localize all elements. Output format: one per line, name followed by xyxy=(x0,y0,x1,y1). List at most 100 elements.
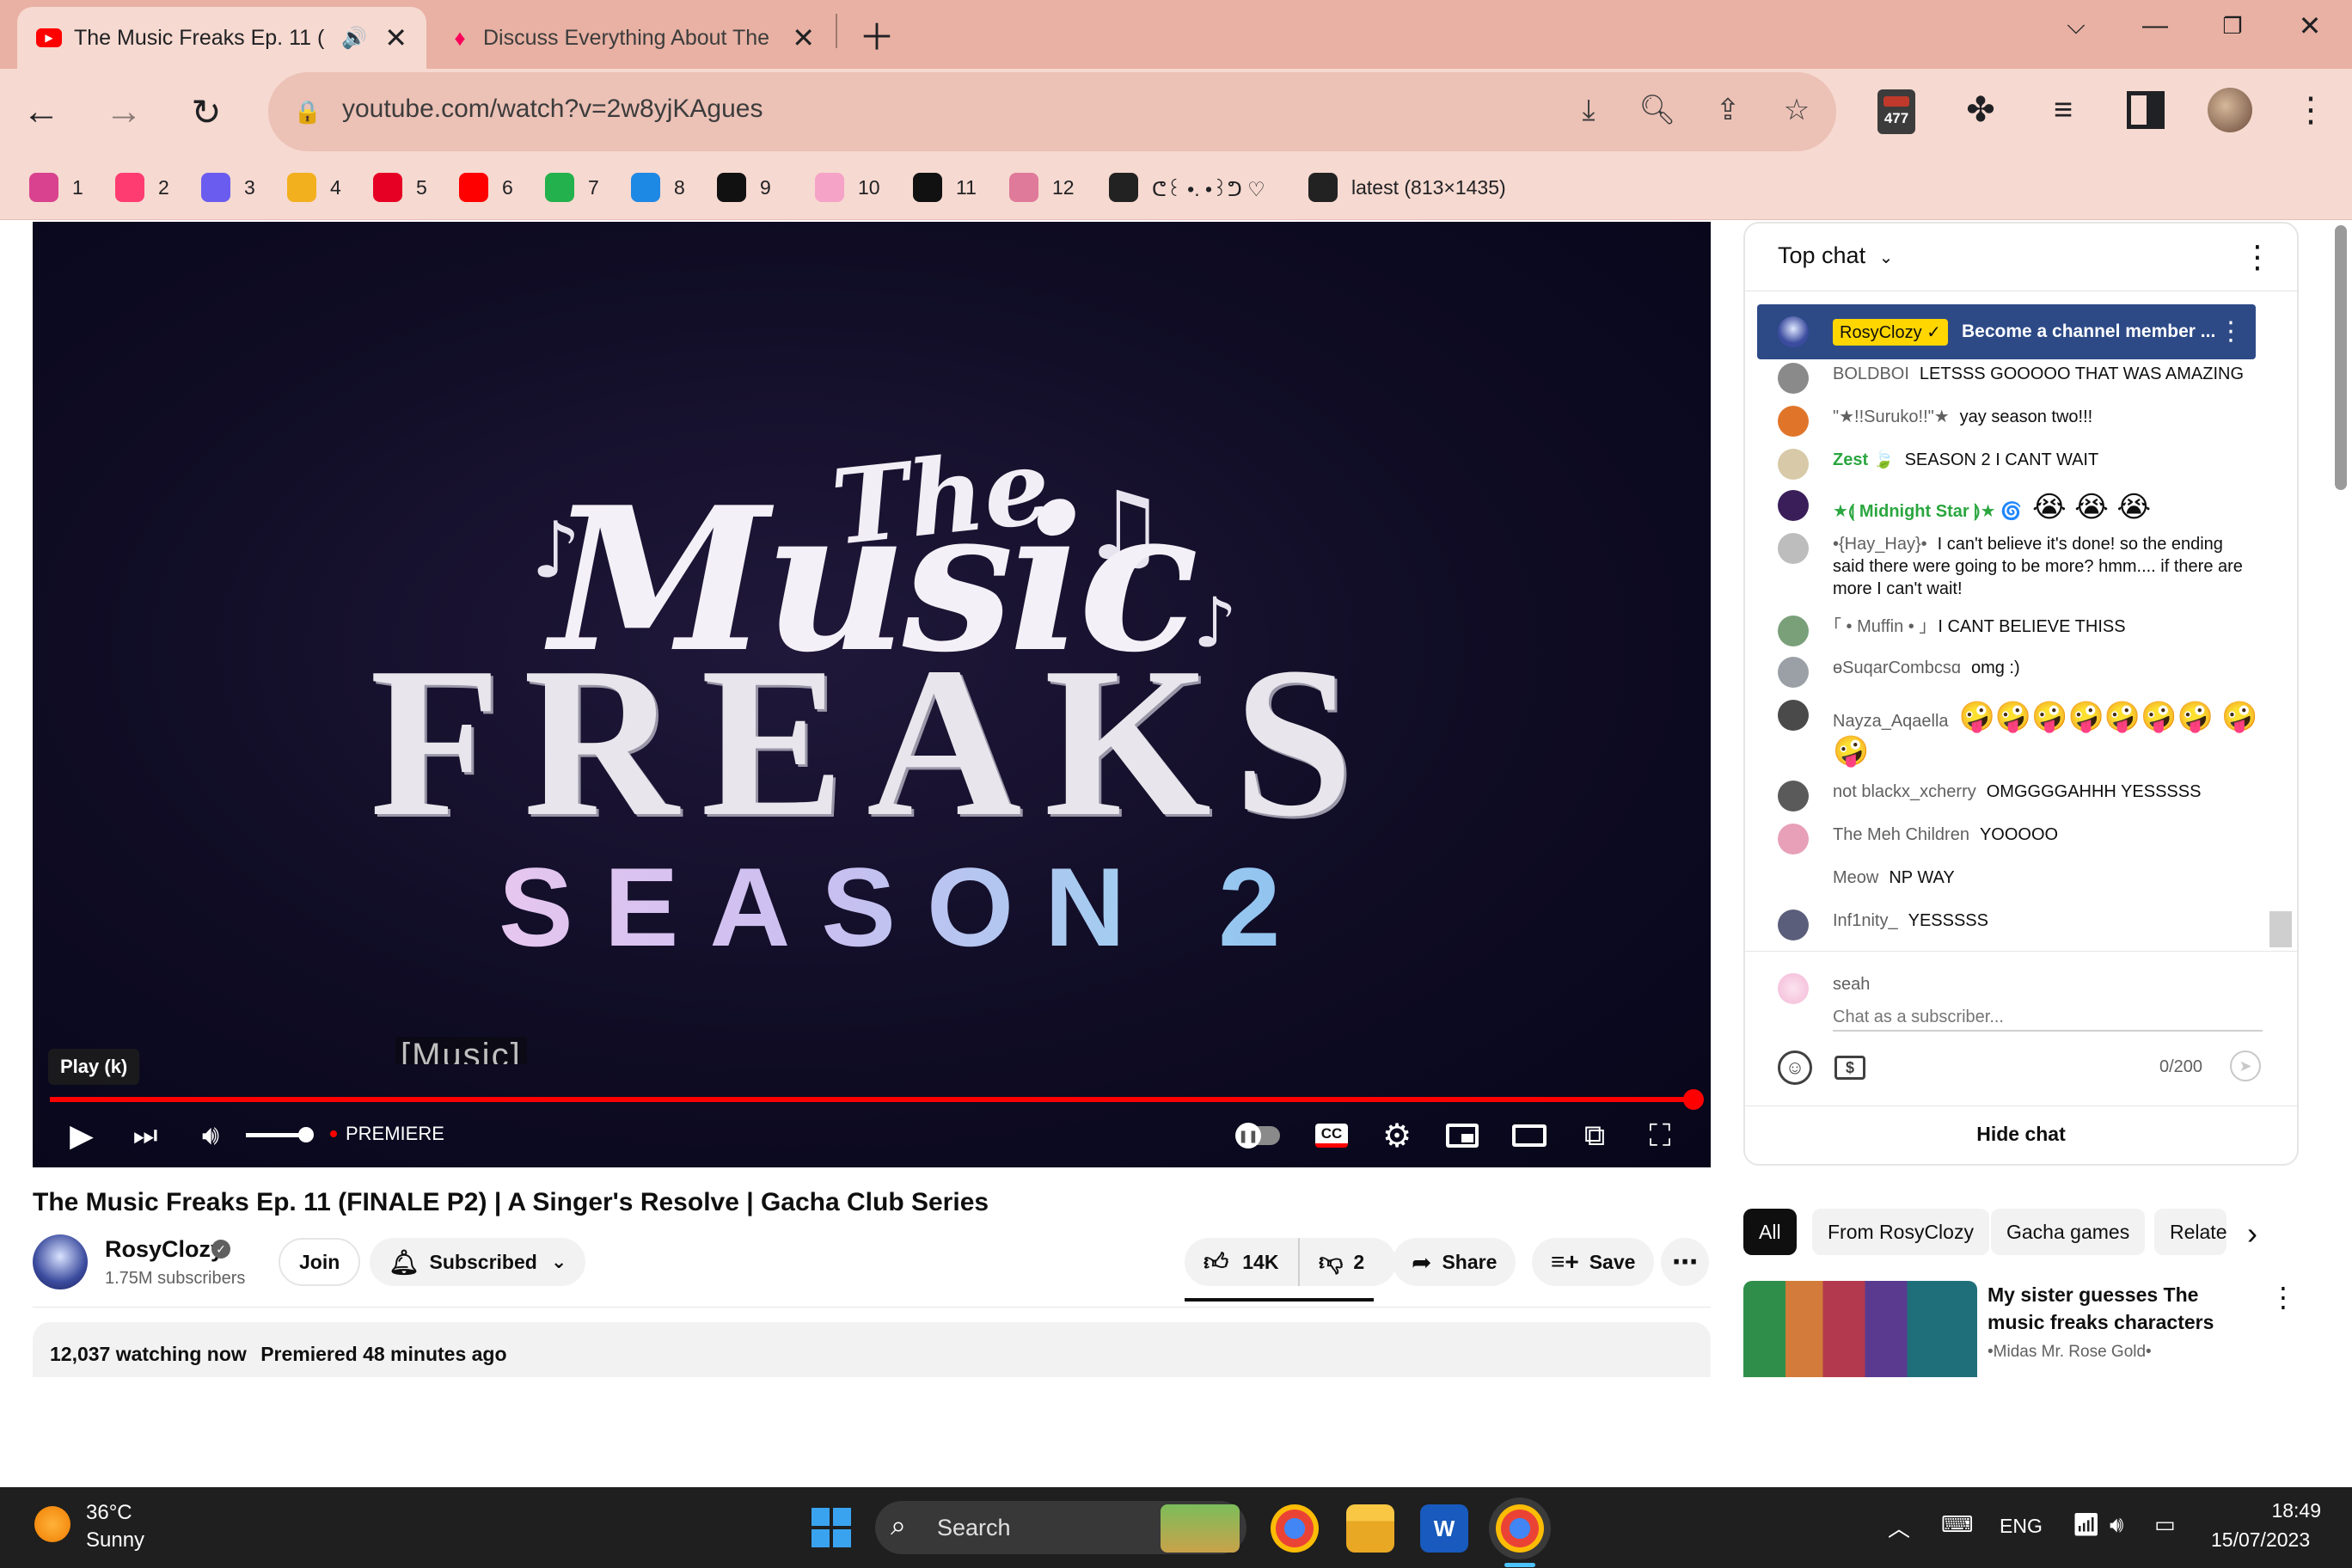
chrome-active-icon[interactable] xyxy=(1496,1504,1544,1553)
bookmark-item[interactable]: 6 xyxy=(459,168,513,206)
chat-author[interactable]: Nayza_Aqaella xyxy=(1833,712,1949,731)
extensions-icon[interactable]: ✤ xyxy=(1957,86,2005,134)
keyboard-icon[interactable]: ⌨ xyxy=(1941,1511,1974,1538)
fullscreen-icon[interactable]: ⛶ xyxy=(1640,1114,1680,1157)
chat-message[interactable]: •{Hay_Hay}• I can't believe it's done! so… xyxy=(1778,533,2259,600)
page-scrollbar[interactable] xyxy=(2335,225,2347,490)
chat-message[interactable]: ★⟬ Midnight Star ⟭★ 🌀 😭 😭 😭 xyxy=(1778,490,2259,524)
next-button[interactable]: ⏭ xyxy=(126,1114,165,1157)
bookmark-item[interactable]: latest (813×1435) xyxy=(1308,168,1506,206)
send-icon[interactable]: ➤ xyxy=(2230,1050,2261,1081)
start-button[interactable] xyxy=(812,1508,851,1547)
chat-message[interactable]: Nayza_Aqaella 🤪🤪🤪🤪🤪🤪🤪 🤪🤪 xyxy=(1778,700,2259,769)
bookmark-item[interactable]: 12 xyxy=(1009,168,1075,206)
avatar[interactable] xyxy=(1778,657,1809,688)
chat-scrollbar[interactable] xyxy=(2269,911,2292,947)
weather-temperature[interactable]: 36°C xyxy=(86,1501,132,1525)
chat-author[interactable]: Meow xyxy=(1833,868,1878,887)
bookmark-item[interactable]: ᕦ꒰ •. •꒱ᕤ ♡ xyxy=(1109,168,1265,206)
chat-more-icon[interactable]: ⋮ xyxy=(2242,239,2273,275)
avatar[interactable] xyxy=(1778,781,1809,812)
theater-mode-icon[interactable] xyxy=(1510,1114,1549,1157)
bookmark-item[interactable]: 11 xyxy=(913,168,977,206)
chat-author[interactable]: not blackx_xcherry xyxy=(1833,782,1976,801)
avatar[interactable] xyxy=(1778,533,1809,564)
close-tab-icon[interactable]: ✕ xyxy=(384,21,407,54)
bookmark-item[interactable]: 4 xyxy=(287,168,341,206)
chat-author[interactable]: ｢ • Muffin • ｣ xyxy=(1833,617,1927,636)
restore-button[interactable]: ❐ xyxy=(2194,0,2271,52)
weather-condition[interactable]: Sunny xyxy=(86,1528,144,1553)
chip-from-channel[interactable]: From RosyClozy xyxy=(1812,1209,1989,1255)
bookmark-item[interactable]: 5 xyxy=(373,168,427,206)
close-tab-icon[interactable]: ✕ xyxy=(792,21,815,54)
side-panel-icon[interactable] xyxy=(2127,91,2165,129)
avatar[interactable] xyxy=(1778,700,1809,731)
miniplayer-icon[interactable] xyxy=(1442,1114,1482,1157)
chat-message[interactable]: ｢ • Muffin • ｣ I CANT BELIEVE THISS xyxy=(1778,616,2259,646)
chat-author[interactable]: Zest 🍃 xyxy=(1833,450,1895,469)
sun-icon[interactable] xyxy=(34,1506,70,1542)
captions-button[interactable]: CC xyxy=(1312,1114,1351,1157)
avatar[interactable] xyxy=(1778,910,1809,940)
bookmark-item[interactable]: 2 xyxy=(115,168,169,206)
tab-youtube[interactable]: ▶ The Music Freaks Ep. 11 (FI 🔊 ✕ xyxy=(17,7,426,69)
hide-chat-button[interactable]: Hide chat xyxy=(1745,1123,2297,1146)
clock-date[interactable]: 15/07/2023 xyxy=(2211,1528,2310,1552)
reload-button[interactable]: ↻ xyxy=(181,86,232,138)
chat-author[interactable]: "★!!Suruko!!"★ xyxy=(1833,407,1950,426)
settings-gear-icon[interactable]: ⚙ xyxy=(1377,1114,1417,1157)
play-button[interactable]: ▶ xyxy=(62,1114,101,1157)
chat-message[interactable]: ɵSuqarCombcsɑ omg :) xyxy=(1778,657,2259,688)
avatar[interactable] xyxy=(1778,490,1809,521)
chat-author[interactable]: The Meh Children xyxy=(1833,825,1969,844)
tab-search-icon[interactable]: ⌵ xyxy=(2037,0,2115,52)
chat-author[interactable]: •{Hay_Hay}• xyxy=(1833,535,1927,554)
pinned-author-badge[interactable]: RosyClozy ✓ xyxy=(1833,319,1948,346)
profile-avatar[interactable] xyxy=(2208,88,2252,132)
subscribed-button[interactable]: 🔔︎ Subscribed ⌄ xyxy=(370,1238,586,1286)
chat-message[interactable]: not blackx_xcherry OMGGGGAHHH YESSSSS xyxy=(1778,781,2259,812)
channel-avatar[interactable] xyxy=(33,1234,88,1289)
super-chat-icon[interactable]: $ xyxy=(1834,1056,1865,1080)
wifi-icon[interactable]: 📶︎ xyxy=(2072,1511,2100,1538)
bookmark-item[interactable]: 10 xyxy=(815,168,880,206)
chat-input[interactable] xyxy=(1833,1004,2263,1032)
recommended-video-title[interactable]: My sister guesses The music freaks chara… xyxy=(1988,1281,2245,1336)
bookmark-item[interactable]: 9 xyxy=(717,168,771,206)
close-window-button[interactable]: ✕ xyxy=(2271,0,2349,52)
save-button[interactable]: ≡+ Save xyxy=(1532,1238,1655,1286)
progress-bar[interactable] xyxy=(50,1097,1694,1102)
bookmark-item[interactable]: 8 xyxy=(631,168,685,206)
chat-message[interactable]: The Meh Children YOOOOO xyxy=(1778,824,2259,854)
chat-message[interactable]: BOLDBOI LETSSS GOOOOO THAT WAS AMAZING xyxy=(1778,363,2259,394)
minimize-button[interactable]: — xyxy=(2116,0,2194,52)
back-button[interactable]: ← xyxy=(15,86,67,138)
chat-author[interactable]: BOLDBOI xyxy=(1833,364,1909,383)
chrome-icon[interactable] xyxy=(1271,1504,1319,1553)
chat-message[interactable]: Meow NP WAY xyxy=(1778,867,2259,889)
show-hidden-icons[interactable]: ︿ xyxy=(1888,1511,1910,1543)
bookmark-star-icon[interactable]: ☆ xyxy=(1773,86,1821,134)
clock-time[interactable]: 18:49 xyxy=(2269,1499,2321,1522)
more-actions-button[interactable]: ⋯ xyxy=(1661,1238,1709,1286)
chip-all[interactable]: All xyxy=(1743,1209,1797,1255)
audio-playing-icon[interactable]: 🔊 xyxy=(341,26,367,51)
avatar[interactable] xyxy=(1778,406,1809,437)
install-app-icon[interactable]: ⤓ xyxy=(1565,86,1613,134)
pinned-more-icon[interactable]: ⋮ xyxy=(2218,316,2244,346)
new-tab-button[interactable]: ＋ xyxy=(854,12,899,58)
chip-related[interactable]: Relate xyxy=(2154,1209,2226,1255)
volume-icon[interactable]: 🔊︎ xyxy=(191,1114,230,1157)
chat-message[interactable]: "★!!Suruko!!"★ yay season two!!! xyxy=(1778,406,2259,437)
bookmark-item[interactable]: 1 xyxy=(29,168,83,206)
autoplay-toggle[interactable]: ❚❚ xyxy=(1234,1114,1283,1157)
cast-icon[interactable]: ⧉ xyxy=(1575,1114,1614,1157)
avatar[interactable] xyxy=(1778,824,1809,854)
tab-fandom[interactable]: ♦ Discuss Everything About The F ✕ xyxy=(430,7,834,69)
chat-author[interactable]: Inf1nity_ xyxy=(1833,911,1898,930)
word-icon[interactable]: W xyxy=(1420,1504,1468,1553)
chat-message[interactable]: Zest 🍃 SEASON 2 I CANT WAIT xyxy=(1778,449,2259,480)
bookmark-item[interactable]: 7 xyxy=(545,168,599,206)
progress-scrubber[interactable] xyxy=(1683,1089,1704,1110)
